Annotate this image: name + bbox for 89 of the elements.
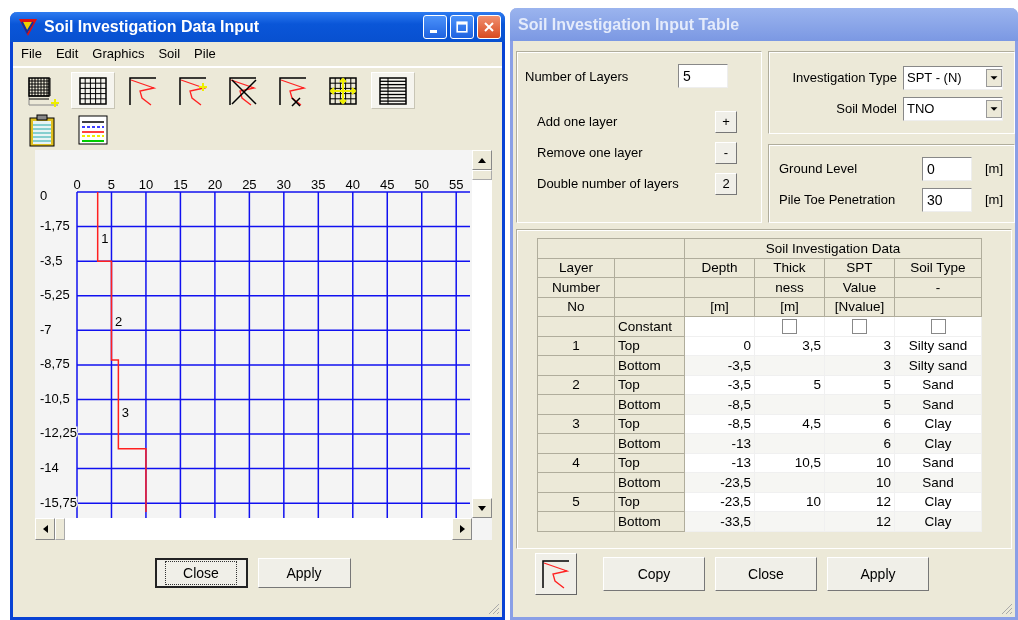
close-button[interactable]: Close: [154, 558, 248, 588]
minimize-icon: [429, 29, 437, 33]
axis-tick-label: 55: [449, 177, 464, 193]
resize-grip-icon: [486, 601, 500, 615]
axis-tick-label: 25: [242, 177, 257, 193]
axis-tick-label: 15: [173, 177, 188, 193]
axis-tick-label: 0: [73, 177, 81, 193]
field-label: Investigation Type: [791, 70, 897, 85]
column-header: Number: [537, 277, 615, 297]
constant-checkbox[interactable]: [852, 319, 867, 335]
menu-item[interactable]: Soil: [158, 46, 181, 62]
field-label: Ground Level: [779, 161, 859, 176]
axis-tick-label: -8,75: [40, 356, 70, 372]
menu-item[interactable]: Graphics: [92, 46, 145, 62]
unit-label: [m]: [985, 192, 1004, 207]
axis-tick-label: 5: [107, 177, 116, 193]
axis-tick-label: 20: [207, 177, 223, 193]
horizontal-scrollbar[interactable]: [35, 518, 472, 540]
investigation-type-dropdown[interactable]: SPT - (N): [903, 65, 1003, 90]
toolbar-button[interactable]: [371, 72, 415, 109]
axis-tick-label: 40: [345, 177, 360, 193]
layer-number-label: 3: [121, 404, 130, 420]
row-header: 3: [537, 414, 615, 434]
layer-action-button[interactable]: 2: [715, 172, 737, 195]
toolbar-button[interactable]: [71, 72, 115, 109]
column-header: No: [537, 297, 615, 317]
axis-tick-label: 30: [276, 177, 292, 193]
menu-item[interactable]: File: [21, 46, 42, 62]
scroll-down-button[interactable]: [472, 498, 492, 518]
left-arrow-icon: [42, 525, 48, 533]
number-of-layers-field[interactable]: 5: [678, 64, 728, 88]
right-arrow-icon: [459, 525, 465, 533]
action-label: Double number of layers: [537, 176, 679, 191]
scroll-left-button[interactable]: [35, 518, 55, 540]
action-label: Remove one layer: [537, 145, 643, 160]
pile-toe-field[interactable]: 30: [922, 187, 972, 212]
row-header: 4: [537, 453, 615, 473]
apply-button[interactable]: Apply: [257, 558, 351, 588]
resize-grip-icon: [999, 601, 1013, 615]
axis-tick-label: -1,75: [40, 218, 70, 233]
column-header: Layer: [537, 258, 615, 278]
axis-tick-label: -14: [40, 460, 59, 476]
field-label: Soil Model: [835, 101, 897, 116]
axis-tick-label: -3,5: [40, 252, 63, 268]
close-button[interactable]: [477, 15, 501, 39]
field-label: Number of Layers: [525, 68, 629, 84]
axis-tick-label: 35: [311, 177, 326, 193]
layer-action-button[interactable]: +: [715, 110, 737, 133]
scroll-up-button[interactable]: [472, 150, 492, 170]
row-header: 1: [537, 336, 615, 356]
scroll-right-button[interactable]: [452, 518, 472, 540]
menu-item[interactable]: Edit: [55, 46, 79, 62]
layer-number-label: 2: [114, 313, 123, 329]
layer-number-label: 1: [101, 230, 109, 246]
axis-tick-label: 10: [138, 177, 154, 193]
soil-model-dropdown[interactable]: TNO: [903, 96, 1003, 121]
copy-button[interactable]: Copy: [603, 557, 705, 591]
chart-button[interactable]: [535, 553, 577, 595]
table-group-header: Soil Investigation Data: [684, 238, 982, 258]
axis-tick-label: 0: [40, 188, 48, 204]
field-label: Pile Toe Penetration: [779, 192, 897, 207]
constant-checkbox[interactable]: [782, 319, 797, 335]
axis-tick-label: -7: [40, 321, 52, 337]
apply-button[interactable]: Apply: [827, 557, 929, 591]
axis-tick-label: -5,25: [40, 287, 70, 303]
minimize-button[interactable]: [423, 15, 447, 39]
axis-tick-label: -10,5: [40, 390, 70, 406]
vertical-scrollbar[interactable]: [472, 150, 492, 518]
scroll-thumb[interactable]: [472, 170, 492, 180]
down-arrow-icon: [478, 505, 486, 511]
unit-label: [m]: [985, 161, 1004, 176]
window-title: Soil Investigation Input Table: [517, 15, 741, 34]
row-header: 5: [537, 492, 615, 512]
ground-level-field[interactable]: 0: [922, 156, 972, 181]
close-button[interactable]: Close: [715, 557, 817, 591]
action-label: Add one layer: [537, 114, 618, 129]
row-header: 2: [537, 375, 615, 395]
constant-checkbox[interactable]: [930, 319, 946, 335]
menu-item[interactable]: Pile: [194, 46, 216, 62]
legend-icon: [76, 112, 110, 147]
layer-action-button[interactable]: -: [715, 141, 737, 164]
maximize-button[interactable]: [450, 15, 474, 39]
axis-tick-label: 45: [380, 177, 395, 193]
maximize-icon: [454, 19, 470, 35]
scroll-thumb[interactable]: [55, 518, 65, 540]
app-logo-icon: [18, 17, 38, 37]
window-title: Soil Investigation Data Input: [44, 18, 261, 36]
axis-tick-label: 50: [414, 177, 429, 193]
up-arrow-icon: [478, 157, 486, 163]
